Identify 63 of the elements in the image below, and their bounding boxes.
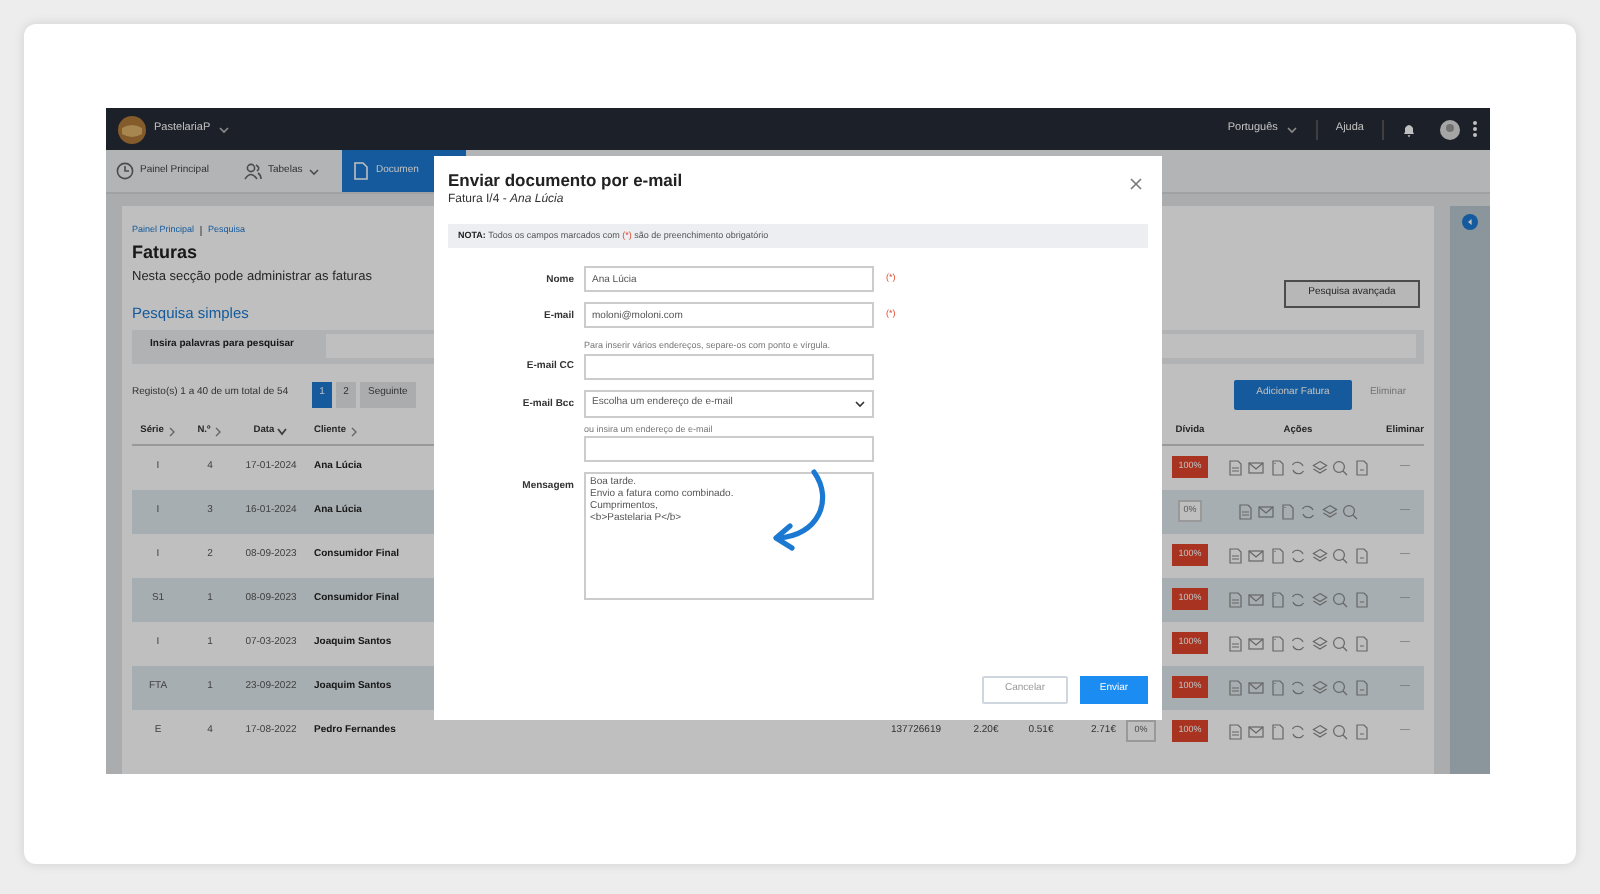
document-icon[interactable]: [1227, 635, 1243, 651]
layers-icon[interactable]: [1311, 723, 1327, 739]
sync-icon[interactable]: [1290, 635, 1306, 651]
chevron-down-icon: [854, 398, 866, 410]
layers-icon[interactable]: [1311, 547, 1327, 563]
document-icon[interactable]: [1227, 547, 1243, 563]
file-icon[interactable]: [1353, 591, 1369, 607]
copy-icon[interactable]: [1269, 591, 1285, 607]
layers-icon[interactable]: [1311, 591, 1327, 607]
layers-icon[interactable]: [1311, 679, 1327, 695]
collapse-icon[interactable]: [1462, 214, 1478, 230]
logo-icon: [118, 115, 146, 143]
text-field[interactable]: [584, 436, 874, 462]
text-field[interactable]: [584, 354, 874, 380]
sync-icon[interactable]: [1290, 547, 1306, 563]
layers-icon[interactable]: [1321, 503, 1338, 519]
document-icon: [352, 162, 370, 180]
mail-icon[interactable]: [1248, 635, 1264, 651]
sync-icon[interactable]: [1290, 723, 1306, 739]
file-icon[interactable]: [1353, 459, 1369, 475]
search-icon[interactable]: [1342, 503, 1359, 519]
file-icon[interactable]: [1353, 635, 1369, 651]
chevron-down-icon: [218, 123, 231, 135]
people-icon: [244, 162, 262, 180]
sync-icon[interactable]: [1290, 591, 1306, 607]
avatar-icon[interactable]: [1440, 119, 1460, 139]
document-icon[interactable]: [1237, 503, 1254, 519]
search-icon[interactable]: [1332, 723, 1348, 739]
layers-icon[interactable]: [1311, 459, 1327, 475]
document-icon[interactable]: [1227, 679, 1243, 695]
mail-icon[interactable]: [1248, 679, 1264, 695]
page-title: Faturas: [132, 240, 200, 266]
close-icon[interactable]: [1130, 178, 1142, 190]
document-icon[interactable]: [1227, 591, 1243, 607]
copy-icon[interactable]: [1269, 723, 1285, 739]
mail-icon[interactable]: [1248, 591, 1264, 607]
search-icon[interactable]: [1332, 635, 1348, 651]
sync-icon[interactable]: [1300, 503, 1317, 519]
search-icon[interactable]: [1332, 591, 1348, 607]
layers-icon[interactable]: [1311, 635, 1327, 651]
copy-icon[interactable]: [1279, 503, 1296, 519]
file-icon[interactable]: [1353, 723, 1369, 739]
copy-icon[interactable]: [1269, 547, 1285, 563]
search-icon[interactable]: [1332, 679, 1348, 695]
file-icon[interactable]: [1353, 679, 1369, 695]
document-icon[interactable]: [1227, 459, 1243, 475]
mail-icon[interactable]: [1248, 723, 1264, 739]
copy-icon[interactable]: [1269, 459, 1285, 475]
sync-icon[interactable]: [1290, 679, 1306, 695]
mail-icon[interactable]: [1248, 459, 1264, 475]
document-icon[interactable]: [1227, 723, 1243, 739]
search-icon[interactable]: [1332, 547, 1348, 563]
chevron-down-icon: [1285, 123, 1298, 135]
mail-icon[interactable]: [1248, 547, 1264, 563]
copy-icon[interactable]: [1269, 679, 1285, 695]
copy-icon[interactable]: [1269, 635, 1285, 651]
sync-icon[interactable]: [1290, 459, 1306, 475]
bell-icon[interactable]: [1402, 121, 1416, 137]
mail-icon[interactable]: [1258, 503, 1275, 519]
clock-icon: [116, 162, 134, 180]
file-icon[interactable]: [1353, 547, 1369, 563]
more-icon[interactable]: [1472, 120, 1478, 138]
search-icon[interactable]: [1332, 459, 1348, 475]
